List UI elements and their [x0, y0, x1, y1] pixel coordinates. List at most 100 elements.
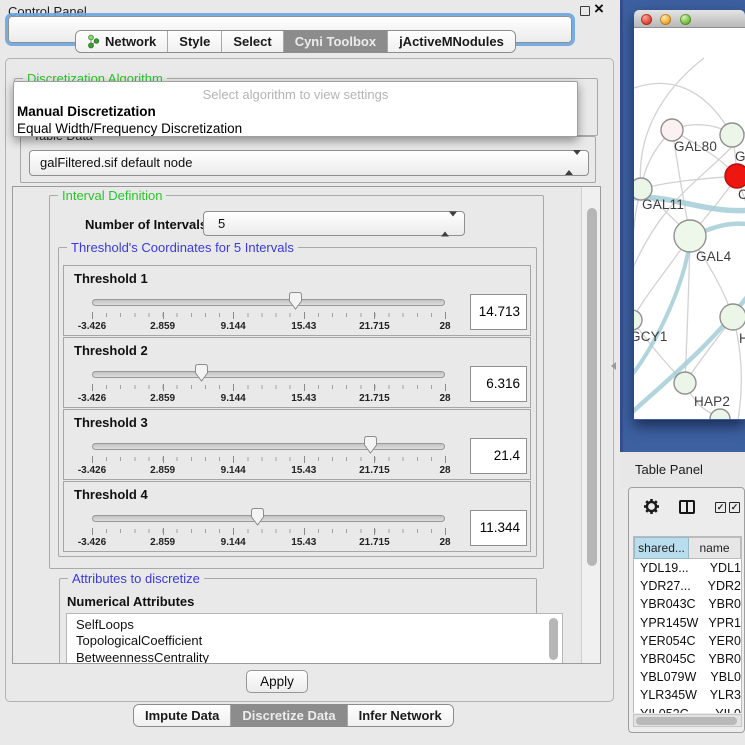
cell-shared-name[interactable]: YLR345W [634, 686, 702, 704]
attribute-item[interactable]: BetweennessCentrality [67, 650, 562, 664]
table-row[interactable]: YDL19...YDL1 [634, 559, 741, 577]
network-node-bottom[interactable] [710, 409, 730, 419]
numerical-attributes-list[interactable]: SelfLoopsTopologicalCoefficientBetweenne… [66, 613, 563, 664]
close-icon[interactable]: × [594, 0, 604, 19]
attribute-item[interactable]: TopologicalCoefficient [67, 633, 562, 649]
slider-track[interactable] [92, 515, 445, 522]
cell-name[interactable]: YBR0 [700, 595, 741, 613]
cell-name[interactable]: YIL0 [707, 705, 741, 714]
cell-name[interactable]: YPR1 [700, 614, 741, 632]
tab-cyni-toolbox[interactable]: Cyni Toolbox [284, 31, 388, 52]
tab-select[interactable]: Select [222, 31, 283, 52]
cell-shared-name[interactable]: YDR27... [634, 577, 700, 595]
cell-shared-name[interactable]: YDL19... [634, 559, 702, 577]
threshold-value-box[interactable]: 6.316 [470, 366, 527, 402]
table-row[interactable]: YIL052CYIL0 [634, 705, 741, 714]
network-node-gcy1[interactable] [634, 310, 642, 330]
checkbox-icon[interactable]: ✓ [729, 502, 740, 513]
tab-infer-network[interactable]: Infer Network [348, 705, 453, 726]
table-row[interactable]: YBR045CYBR0 [634, 650, 741, 668]
node-label-c: C [738, 187, 745, 202]
horizontal-scrollbar[interactable] [633, 714, 742, 727]
tab-impute-data[interactable]: Impute Data [134, 705, 231, 726]
minimize-traffic-light-icon[interactable] [660, 14, 671, 25]
slider-thumb[interactable] [362, 435, 379, 455]
tab-jactivemnodules[interactable]: jActiveMNodules [388, 31, 515, 52]
slider-track[interactable] [92, 371, 445, 378]
slider-thumb[interactable] [249, 507, 266, 527]
top-tab-bar: Network StyleSelectCyni ToolboxjActiveMNo… [75, 30, 516, 53]
float-window-icon[interactable] [580, 6, 590, 16]
slider-major-tick [304, 312, 305, 319]
vertical-scrollbar-thumb[interactable] [587, 208, 597, 566]
cell-shared-name[interactable]: YBR043C [634, 595, 700, 613]
tab-network[interactable]: Network [76, 31, 168, 52]
table-row[interactable]: YER054CYER0 [634, 632, 741, 650]
table-row[interactable]: YPR145WYPR1 [634, 614, 741, 632]
zoom-traffic-light-icon[interactable] [680, 14, 691, 25]
algorithm-option-equal-width[interactable]: Equal Width/Frequency Discretization [17, 121, 242, 136]
split-columns-icon[interactable] [679, 500, 695, 514]
number-of-intervals-combo[interactable]: 5 [203, 211, 465, 236]
close-traffic-light-icon[interactable] [641, 14, 652, 25]
threshold-value-box[interactable]: 21.4 [470, 438, 527, 474]
slider-tick-label: 2.859 [150, 537, 175, 548]
threshold-value-box[interactable]: 11.344 [470, 510, 527, 546]
slider-major-tick [233, 456, 234, 463]
vertical-scrollbar[interactable] [581, 187, 601, 664]
slider-thumb[interactable] [193, 363, 210, 383]
tab-style[interactable]: Style [168, 31, 222, 52]
table-row[interactable]: YBL079WYBL0 [634, 668, 741, 686]
cell-name[interactable]: YDR2 [700, 577, 741, 595]
table-row[interactable]: YDR27...YDR2 [634, 577, 741, 595]
checkbox-icon[interactable]: ✓ [715, 502, 726, 513]
table-row[interactable]: YLR345WYLR3 [634, 686, 741, 704]
algorithm-option-manual[interactable]: Manual Discretization [17, 104, 156, 119]
tab-discretize-data[interactable]: Discretize Data [231, 705, 347, 726]
cell-name[interactable]: YER0 [700, 632, 741, 650]
slider-major-tick [92, 456, 93, 463]
slider-track[interactable] [92, 299, 445, 306]
gear-icon[interactable] [643, 498, 660, 515]
panel-collapse-arrow[interactable] [611, 362, 616, 370]
threshold-value-box[interactable]: 14.713 [470, 294, 527, 330]
threshold-label: Threshold 4 [74, 487, 148, 502]
slider-track[interactable] [92, 443, 445, 450]
cell-shared-name[interactable]: YER054C [634, 632, 700, 650]
slider-major-tick [233, 312, 234, 319]
tab-label: Impute Data [145, 708, 219, 723]
table-row[interactable]: YBR043CYBR0 [634, 595, 741, 613]
network-node-gal4[interactable] [674, 220, 706, 252]
cell-name[interactable]: YLR3 [702, 686, 741, 704]
network-view[interactable]: GAL80GACGAL11GAL4GCY1HHAP2 [634, 28, 745, 419]
network-node-hap2[interactable] [674, 372, 696, 394]
table-panel-title: Table Panel [635, 462, 703, 477]
slider-thumb[interactable] [287, 291, 304, 311]
algorithm-dropdown-popup: Select algorithm to view settings Manual… [13, 81, 578, 137]
cell-shared-name[interactable]: YBR045C [634, 650, 700, 668]
network-node-gal80[interactable] [661, 119, 683, 141]
cell-shared-name[interactable]: YPR145W [634, 614, 700, 632]
cell-name[interactable]: YDL1 [702, 559, 741, 577]
column-header-shared-name[interactable]: shared... [634, 537, 689, 559]
slider-minor-ticks [92, 457, 447, 461]
cell-shared-name[interactable]: YIL052C [634, 705, 707, 714]
table-data-combo[interactable]: galFiltered.sif default node [29, 150, 589, 176]
network-node-top-right[interactable] [720, 123, 744, 147]
tab-label: Network [105, 34, 156, 49]
network-window-titlebar[interactable] [634, 10, 745, 28]
column-header-name[interactable]: name [689, 537, 741, 559]
cell-name[interactable]: YBR0 [700, 650, 741, 668]
apply-button[interactable]: Apply [246, 670, 308, 693]
slider-major-tick [374, 528, 375, 535]
slider-tick-label: 21.715 [359, 465, 390, 476]
cell-shared-name[interactable]: YBL079W [634, 668, 702, 686]
list-scrollbar-thumb[interactable] [549, 618, 558, 660]
network-node-selected-red[interactable] [725, 164, 745, 188]
threshold-label: Threshold 3 [74, 415, 148, 430]
horizontal-scrollbar-thumb[interactable] [636, 717, 737, 725]
slider-tick-label: -3.426 [78, 393, 106, 404]
network-node-right[interactable] [720, 304, 745, 330]
cell-name[interactable]: YBL0 [702, 668, 741, 686]
attribute-item[interactable]: SelfLoops [67, 617, 562, 633]
